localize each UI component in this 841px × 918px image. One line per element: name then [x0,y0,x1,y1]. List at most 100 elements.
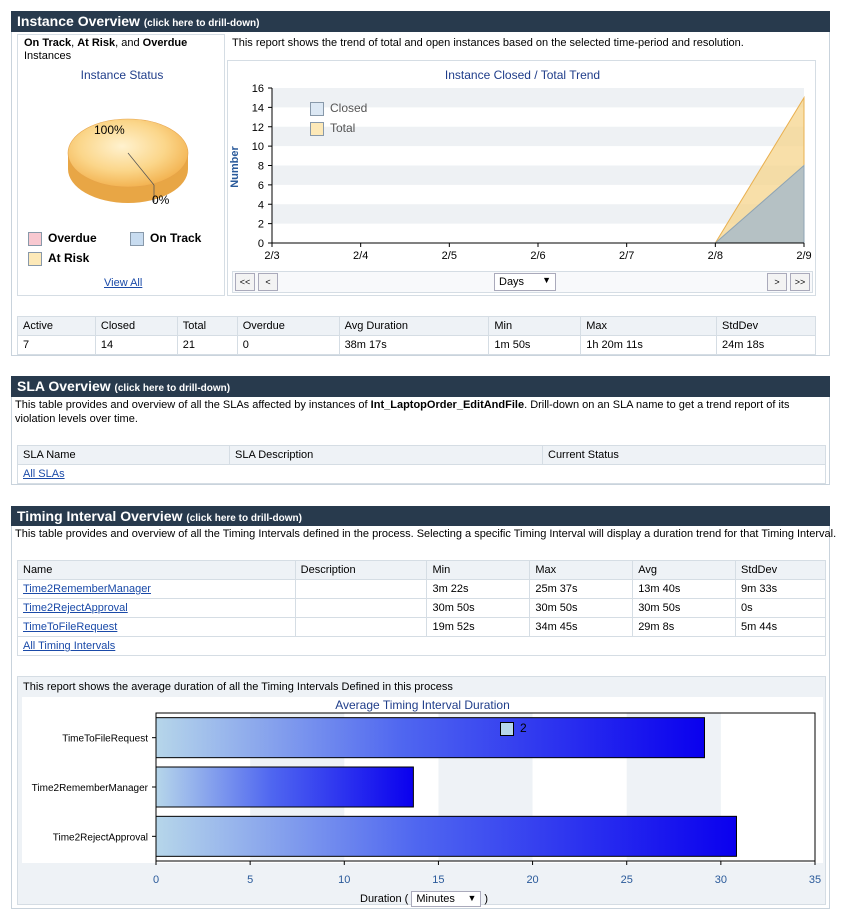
timing-x-tick-label: 0 [153,874,159,886]
sla-overview-title: SLA Overview [17,378,111,394]
instance-status-pie [67,118,189,203]
timing-cell-desc [294,617,428,637]
timing-overview-title: Timing Interval Overview [17,508,183,524]
nav-next-button[interactable]: > [767,273,787,291]
timing-cell-min: 19m 52s [426,617,531,637]
chevron-down-icon: ▼ [542,275,551,285]
timing-interval-link[interactable]: Time2RejectApproval [23,602,128,614]
trend-x-tick-label: 2/9 [796,250,811,262]
sla-all-row: All SLAs [17,464,826,484]
timing-legend: 2 [500,721,527,736]
timing-legend-swatch [500,721,514,736]
trend-legend-swatch-closed [310,101,324,116]
trend-y-tick-label: 2 [258,219,264,231]
timing-cell-name: TimeToFileRequest [17,617,296,637]
chevron-down-icon: ▼ [467,893,477,903]
trend-y-tick-label: 4 [258,199,264,211]
legend-swatch-overdue [28,231,42,246]
timing-x-tick-label: 30 [715,874,727,886]
nav-prev-button[interactable]: < [258,273,278,291]
instance-drilldown-link[interactable]: (click here to drill-down) [144,18,260,29]
timing-bar-category-label: Time2RememberManager [32,783,149,794]
trend-chart-title: Instance Closed / Total Trend [444,68,601,82]
instance-trend-panel: Instance Closed / Total Trend Number 024… [227,60,816,296]
timing-cell-avg: 13m 40s [632,579,737,599]
timing-cell-std: 0s [735,598,826,618]
timing-x-tick-label: 10 [338,874,350,886]
legend-at-risk: At Risk [28,251,89,266]
timing-col-avg: Avg [632,560,737,580]
timing-col-description: Description [294,560,428,580]
stats-header-closed: Closed [94,316,178,336]
duration-unit-select[interactable]: Minutes ▼ [411,891,482,907]
all-slas-link[interactable]: All SLAs [23,468,65,480]
timing-cell-avg: 29m 8s [632,617,737,637]
stats-header-avg-duration: Avg Duration [338,316,490,336]
timing-bar-category-label: Time2RejectApproval [53,832,148,843]
sla-description: This table provides and overview of all … [15,399,790,425]
trend-y-tick-label: 0 [258,238,264,250]
trend-x-tick-label: 2/4 [353,250,368,262]
sla-process-name: Int_LaptopOrder_EditAndFile [370,399,525,411]
timing-row: TimeToFileRequest 19m 52s 34m 45s 29m 8s 5m … [17,617,826,637]
timing-col-max: Max [529,560,634,580]
timing-cell-name: Time2RememberManager [17,579,296,599]
sla-col-description: SLA Description [229,445,543,465]
duration-unit-value: Minutes [416,893,455,905]
timing-interval-link[interactable]: Time2RememberManager [23,583,151,595]
trend-y-tick-label: 8 [258,161,264,173]
trend-y-tick-label: 6 [258,180,264,192]
stats-value-stddev: 24m 18s [716,335,816,355]
trend-x-tick-label: 2/7 [619,250,634,262]
stats-header-total: Total [176,316,238,336]
timing-description: This table provides and overview of all … [15,528,837,540]
instance-overview-header[interactable]: Instance Overview (click here to drill-d… [11,11,830,32]
trend-grid-band [272,165,804,185]
timing-cell-max: 34m 45s [529,617,634,637]
trend-y-tick-label: 14 [252,102,264,114]
stats-header-active: Active [17,316,96,336]
sla-col-status: Current Status [542,445,826,465]
timing-bar-chart-svg: TimeToFileRequest Time2RememberManager Tim… [32,712,821,886]
timing-cell-std: 9m 33s [735,579,826,599]
resolution-value: Days [499,276,525,288]
timing-interval-link[interactable]: TimeToFileRequest [23,621,117,633]
timing-x-tick-label: 20 [526,874,538,886]
stats-value-active: 7 [17,335,96,355]
instance-overview-title: Instance Overview [17,13,140,29]
timing-cell-max: 25m 37s [529,579,634,599]
nav-first-button[interactable]: << [235,273,255,291]
stats-value-min: 1m 50s [488,335,582,355]
stats-header-min: Min [488,316,582,336]
nav-last-button[interactable]: >> [790,273,810,291]
trend-grid-band [272,204,804,224]
legend-on-track: On Track [130,231,201,246]
timing-bar [155,717,705,759]
duration-control: Duration ( Minutes ▼ ) [360,891,488,907]
timing-x-tick-label: 25 [621,874,633,886]
timing-x-tick-label: 35 [809,874,821,886]
trend-x-tick-label: 2/3 [264,250,279,262]
all-timing-intervals-link[interactable]: All Timing Intervals [23,640,115,652]
timing-cell-desc [294,579,428,599]
timing-cell-max: 30m 50s [529,598,634,618]
stats-header-stddev: StdDev [716,316,816,336]
timing-drilldown-link[interactable]: (click here to drill-down) [186,513,302,524]
duration-label: Duration ( [360,892,409,905]
timing-cell-std: 5m 44s [735,617,826,637]
timing-bar [155,766,414,808]
timing-row: Time2RememberManager 3m 22s 25m 37s 13m 40s… [17,579,826,599]
instance-status-panel: On Track, At Risk, and Overdue Instances … [17,34,225,296]
sla-drilldown-link[interactable]: (click here to drill-down) [115,383,231,394]
timing-cell-min: 3m 22s [426,579,531,599]
timing-col-stddev: StdDev [735,560,826,580]
timing-overview-header[interactable]: Timing Interval Overview (click here to … [11,506,830,526]
resolution-select[interactable]: Days ▼ [494,273,556,291]
legend-overdue: Overdue [28,231,97,246]
trend-legend-swatch-total [310,121,324,136]
sla-overview-header[interactable]: SLA Overview (click here to drill-down) [11,376,830,397]
stats-value-overdue: 0 [236,335,340,355]
timing-table: Name Description Min Max Avg StdDev Time2Reme… [17,560,826,656]
timing-cell-name: Time2RejectApproval [17,598,296,618]
view-all-link[interactable]: View All [104,277,142,289]
